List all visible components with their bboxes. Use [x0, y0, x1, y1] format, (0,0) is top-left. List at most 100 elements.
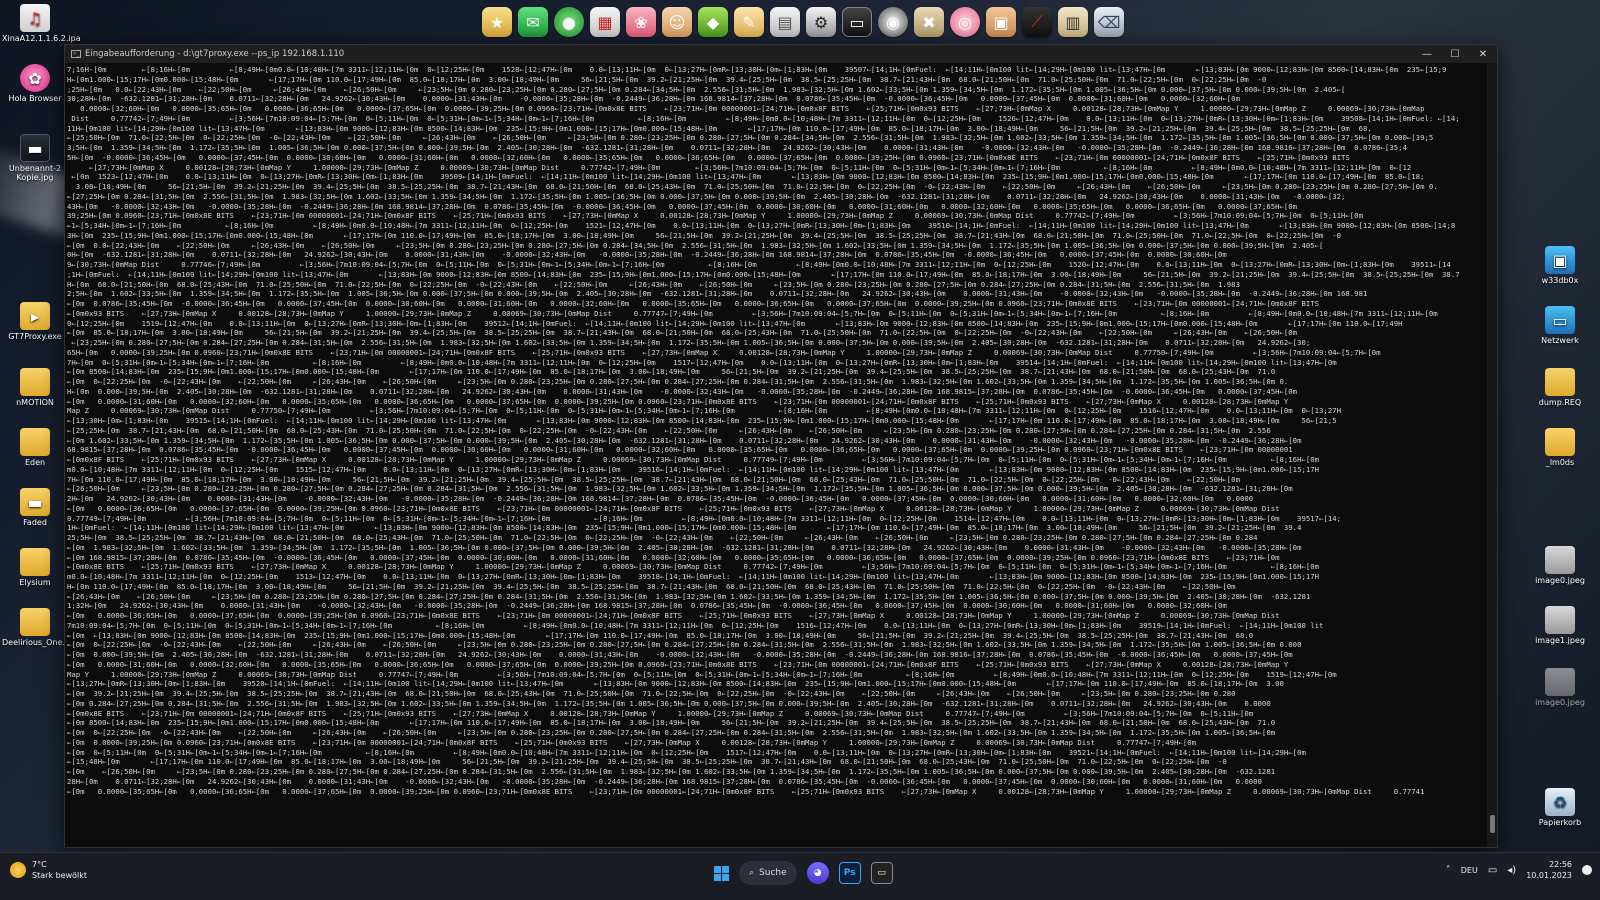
desktop-icon-faded[interactable]: ▬ Faded	[2, 488, 68, 527]
console-scrollbar[interactable]	[1487, 63, 1497, 847]
search-label: Suche	[759, 868, 787, 878]
console-line: 65H←[0m 0.0000←[39;25H←[0m 0.0960←[23;71…	[67, 347, 1381, 357]
weather-temp: 7°C	[32, 860, 47, 869]
desktop-icon-w33db0x[interactable]: ▣ w33db0x	[1528, 246, 1592, 285]
console-line: H←[0m 68.0←[21;50H←[0m 68.0←[25;43H←[0m …	[67, 279, 1240, 289]
console-line: H←[0m 0.000←[39;5H←[0m 2.405←[30;28H←[0m…	[67, 386, 1298, 396]
desktop-icon-deelirious[interactable]: Deelirious_One.tif	[2, 608, 73, 647]
desktop-icon-elysium[interactable]: Elysium	[2, 548, 68, 587]
maximize-button[interactable]: ☐	[1441, 45, 1469, 63]
teams-icon[interactable]: ◕	[806, 862, 829, 884]
brush-icon[interactable]: ⟋	[1022, 7, 1052, 37]
desktop-icon-hola-browser[interactable]: ✿ Hola Browser	[2, 64, 68, 103]
console-titlebar[interactable]: >_ Eingabeaufforderung - d:\gt7proxy.exe…	[65, 45, 1497, 63]
console-line: ←[0m 0.0←[22;43H←[0m ←[22;50H←[0m ←[26;4…	[67, 240, 1324, 250]
terminal-icon[interactable]: ▭	[870, 862, 893, 884]
desktop-icon-label: w33db0x	[1541, 276, 1579, 285]
weather-desc: Stark bewölkt	[32, 871, 88, 880]
desktop-icon-netzwerk[interactable]: ▭ Netzwerk	[1528, 306, 1592, 345]
webcam-icon[interactable]: ◉	[878, 7, 908, 37]
console-output[interactable]: 7;16H-[0m ←[8;16H←[0m ←[8;49H←[0m0.0←[10…	[65, 63, 1487, 847]
console-window[interactable]: >_ Eingabeaufforderung - d:\gt7proxy.exe…	[64, 44, 1498, 848]
console-line: m0.0←[10;48H←[7m 3311←[12;11H←[0m 0←[12;…	[67, 464, 1320, 474]
desktop-icon-label: nMOTION	[16, 398, 54, 407]
messages-icon[interactable]: ✉	[518, 7, 548, 37]
taskbar-search[interactable]: ⌕ Suche	[739, 861, 797, 885]
console-line: ←[0m 8500←[14;83H←[0m 235←[15;9H←[0m1.00…	[67, 367, 1276, 377]
desktop-icon-label: GT7Proxy.exe	[8, 332, 62, 341]
console-line: ←[25;25H←[0m 38.7←[21;43H←[0m 68.0←[21;5…	[67, 425, 1271, 435]
spotify-icon[interactable]: ●	[554, 7, 584, 37]
desktop-icon-label: _lm0ds	[1545, 458, 1575, 467]
console-line: 7;16H-[0m ←[8;16H←[0m ←[8;49H←[0m0.0←[10…	[67, 65, 1447, 74]
folder-icon	[20, 368, 50, 396]
desktop-icon-label: image0.jpeg	[1535, 576, 1585, 585]
console-line: ←[0m 0.0000←[36;65H←[0m 0.0000←[37;65H←[…	[67, 611, 1280, 620]
desktop-icon-label: image1.jpeg	[1535, 636, 1585, 645]
console-line: ←[0m 0.0000←[31;60H←[0m 0.0000←[32;60H←[…	[67, 659, 1289, 669]
console-line: ;1H←[0mFuel: ←[14;11H←[0m100 lit←[14;29H…	[67, 269, 1460, 279]
desktop-icon-image0-b[interactable]: image0.jpeg	[1528, 668, 1592, 707]
console-line: ←[15;48H←[0m ←[17;17H←[0m 110.0←[17;49H←…	[67, 757, 1227, 767]
taskbar-apps: ⌕ Suche ◕ Ps ▭	[714, 861, 893, 885]
language-indicator[interactable]: DEU	[1461, 866, 1478, 875]
weather-widget[interactable]: 7°C Stark bewölkt	[10, 859, 87, 881]
desktop-icon-unbenannt-kopie[interactable]: ▬ Unbenannt-2 Kopie.jpg	[2, 134, 68, 182]
start-button[interactable]	[714, 865, 729, 881]
photoshop-icon[interactable]: Ps	[838, 862, 861, 884]
clock[interactable]: 22:56 10.01.2023	[1526, 859, 1572, 881]
folder-icon	[1545, 428, 1575, 456]
console-line: 1H←[0mFuel: ←[14;11H←[0m100 lit←[14;29H←…	[67, 523, 1302, 533]
trash-icon[interactable]: ⌫	[1094, 7, 1124, 37]
document-icon[interactable]: ▤	[770, 7, 800, 37]
network-icon: ▭	[1545, 306, 1575, 334]
notes-icon[interactable]: ✎	[734, 7, 764, 37]
network-icon[interactable]: ▭	[1488, 865, 1497, 876]
desktop-icon-lm0ds[interactable]: _lm0ds	[1528, 428, 1592, 467]
volume-icon[interactable]: ◂)	[1507, 865, 1516, 876]
desktop-icon-image1[interactable]: image1.jpeg	[1528, 606, 1592, 645]
face-icon[interactable]: ☺	[662, 7, 692, 37]
console-line: H←[0m1.000←[15;17H←[0m0.000←[15;48H←[0m …	[67, 74, 1267, 84]
console-line: ←[0m ←[26;50H←[0m ←[23;5H←[0m 0.280←[23;…	[67, 767, 1276, 776]
console-line: ←[0m 1.983←[32;5H←[0m 1.602←[33;5H←[0m 1…	[67, 542, 1302, 552]
box-icon[interactable]: ▣	[986, 7, 1016, 37]
photos-icon[interactable]: ❀	[626, 7, 656, 37]
folder-app-icon[interactable]: ★	[482, 7, 512, 37]
book-icon[interactable]: ▥	[1058, 7, 1088, 37]
console-line: 7H←[0m 110.0←[17;49H←[0m 85.0←[18;17H←[0…	[67, 474, 1240, 484]
console-line: ←[26;50H←[0m ←[23;5H←[0m 0.280←[23;25H←[…	[67, 484, 1293, 494]
desktop-icon-xina-ipa[interactable]: ♫ XinaA12.1.1.6.2.ipa	[2, 4, 81, 43]
folder-icon	[20, 428, 50, 456]
console-line: Map Y 1.00000←[29;73H←[0mMap Z 0.00069←[…	[67, 669, 1337, 679]
console-line: 7m10:09:04←[5;7H←[0m 0←[5;11H←[0m 0←[5;3…	[67, 620, 1324, 630]
calendar-icon[interactable]: ▦	[590, 7, 620, 37]
android-icon[interactable]: ◆	[698, 7, 728, 37]
robot-icon[interactable]: ⚙	[806, 7, 836, 37]
chevron-up-icon[interactable]: ˄	[1446, 865, 1451, 876]
console-line: 28H←[0m 0.0711←[32;28H←[0m 24.9262←[30;4…	[67, 776, 1262, 786]
desktop-icon-dump-req[interactable]: dump.REQ	[1528, 368, 1592, 407]
console-line: ←[0m 168.9815←[37;28H←[0m 0.0786←[35;45H…	[67, 552, 1280, 562]
desktop-icon-nmotion[interactable]: nMOTION	[2, 368, 68, 407]
console-line: 3H←[0m 235←[15;9H←[0m1.000←[15;17H←[0m0.…	[67, 230, 1341, 240]
console-line: 9←[30;73H←[0mMap Dist 0.77746←[7;49H←[0m…	[67, 260, 1451, 269]
desktop-icon-eden[interactable]: Eden	[2, 428, 68, 467]
console-line: 43H←[0m -0.0000←[32;43H←[0m -0.0000←[35;…	[67, 201, 1298, 211]
desktop-icon-image0[interactable]: image0.jpeg	[1528, 546, 1592, 585]
console-line: ←[0m 0.0000←[31;60H←[0m 0.0000←[32;60H←[…	[67, 396, 1289, 406]
console-line: 0.77749←[7;49H←[0m ←[3;56H←[7m10:09:04←[…	[67, 513, 1341, 523]
disc-icon[interactable]: ◎	[950, 7, 980, 37]
notification-icon[interactable]	[1582, 865, 1592, 875]
console-line: ←[27;25H←[0m 0.284←[31;5H←[0m 2.556←[31;…	[67, 191, 1346, 201]
tools-icon[interactable]: ✖	[914, 7, 944, 37]
console-line: ←[0m 0.000←[39;5H←[0m 2.405←[30;28H←[0m …	[67, 650, 1293, 659]
monitor-icon[interactable]: ▭	[842, 7, 872, 37]
scrollbar-thumb[interactable]	[1490, 815, 1495, 833]
close-button[interactable]: ✕	[1469, 45, 1497, 63]
desktop-icon-papierkorb[interactable]: ♻ Papierkorb	[1528, 788, 1592, 827]
system-tray: ˄ DEU ▭ ◂) 22:56 10.01.2023	[1446, 859, 1592, 881]
console-line: 68.9815←[37;28H←[0m 0.0786←[35;45H←[0m -…	[67, 445, 1293, 455]
desktop-icon-gt7proxy[interactable]: ▸ GT7Proxy.exe	[2, 302, 68, 341]
minimize-button[interactable]: —	[1413, 45, 1441, 63]
